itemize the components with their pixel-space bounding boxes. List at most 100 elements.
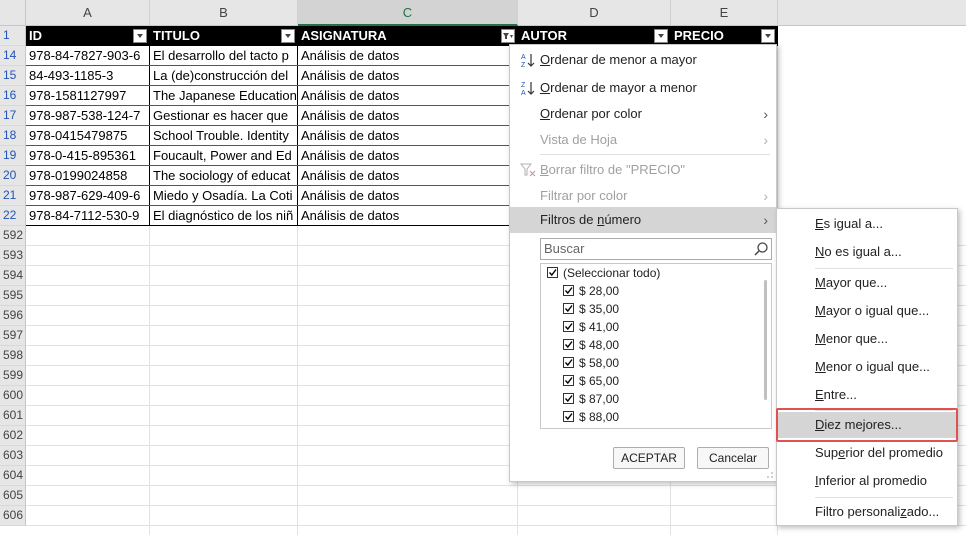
cancel-button[interactable]: Cancelar [697, 447, 769, 469]
custom-filter-item[interactable]: Filtro personalizado... [777, 499, 957, 525]
table-header-asignatura[interactable]: ASIGNATURA [298, 26, 518, 46]
cell-asignatura[interactable]: Análisis de datos [298, 206, 509, 226]
row-header[interactable]: 16 [0, 86, 26, 106]
row-header[interactable]: 18 [0, 126, 26, 146]
sort-descending-item[interactable]: ZA Ordenar de mayor a menor [510, 75, 776, 101]
table-header-titulo[interactable]: TITULO [150, 26, 298, 46]
list-item[interactable]: $ 58,00 [563, 354, 619, 372]
cell-titulo[interactable]: The sociology of educat [150, 166, 298, 186]
column-header-c[interactable]: C [298, 0, 518, 26]
cell-id[interactable]: 84-493-1185-3 [26, 66, 150, 86]
sheet-view-item[interactable]: Vista de Hoja › [510, 127, 776, 153]
accept-button[interactable]: ACEPTAR [613, 447, 685, 469]
less-than-item[interactable]: Menor que... [777, 326, 957, 352]
row-header[interactable]: 20 [0, 166, 26, 186]
list-item[interactable]: $ 35,00 [563, 300, 619, 318]
row-header[interactable]: 21 [0, 186, 26, 206]
list-item[interactable]: $ 65,00 [563, 372, 619, 390]
row-header[interactable]: 605 [0, 486, 26, 506]
row-header[interactable]: 592 [0, 226, 26, 246]
column-header-d[interactable]: D [518, 0, 671, 26]
row-header[interactable]: 598 [0, 346, 26, 366]
checkbox-checked-icon[interactable] [563, 357, 574, 368]
checkbox-checked-icon[interactable] [563, 411, 574, 422]
list-item[interactable]: $ 48,00 [563, 336, 619, 354]
greater-or-equal-item[interactable]: Mayor o igual que... [777, 298, 957, 324]
row-header[interactable]: 601 [0, 406, 26, 426]
column-header-e[interactable]: E [671, 0, 778, 26]
cell-asignatura[interactable]: Análisis de datos [298, 186, 509, 206]
filter-dropdown-button[interactable] [761, 29, 775, 43]
clear-filter-item[interactable]: Borrar filtro de "PRECIO" [510, 157, 776, 183]
between-item[interactable]: Entre... [777, 382, 957, 408]
filter-active-button[interactable] [501, 29, 515, 43]
cell-id[interactable]: 978-0415479875 [26, 126, 150, 146]
filter-values-list[interactable]: (Seleccionar todo) $ 28,00 $ 35,00 $ 41,… [540, 263, 772, 429]
cell-id[interactable]: 978-987-538-124-7 [26, 106, 150, 126]
filter-dropdown-button[interactable] [133, 29, 147, 43]
cell-id[interactable]: 978-84-7827-903-6 [26, 46, 150, 66]
row-header[interactable]: 19 [0, 146, 26, 166]
row-header[interactable]: 15 [0, 66, 26, 86]
less-or-equal-item[interactable]: Menor o igual que... [777, 354, 957, 380]
select-all-corner[interactable] [0, 0, 26, 26]
checkbox-checked-icon[interactable] [547, 267, 558, 278]
checkbox-checked-icon[interactable] [563, 321, 574, 332]
list-item[interactable]: $ 41,00 [563, 318, 619, 336]
row-header[interactable]: 600 [0, 386, 26, 406]
row-header[interactable]: 606 [0, 506, 26, 526]
checkbox-checked-icon[interactable] [563, 393, 574, 404]
cell-asignatura[interactable]: Análisis de datos [298, 146, 509, 166]
cell-titulo[interactable]: Gestionar es hacer que [150, 106, 298, 126]
equals-item[interactable]: Es igual a... [777, 211, 957, 237]
row-header[interactable]: 594 [0, 266, 26, 286]
checkbox-checked-icon[interactable] [563, 285, 574, 296]
column-header-f[interactable] [778, 0, 966, 26]
number-filters-item[interactable]: Filtros de número › [510, 207, 776, 233]
resize-grip-icon[interactable] [766, 471, 774, 479]
row-header[interactable]: 604 [0, 466, 26, 486]
cell-id[interactable]: 978-987-629-409-6 [26, 186, 150, 206]
row-header[interactable]: 22 [0, 206, 26, 226]
cell-titulo[interactable]: Miedo y Osadía. La Coti [150, 186, 298, 206]
list-item[interactable]: $ 88,00 [563, 408, 619, 426]
above-average-item[interactable]: Superior del promedio [777, 440, 957, 466]
filter-dropdown-button[interactable] [654, 29, 668, 43]
column-header-b[interactable]: B [150, 0, 298, 26]
filter-dropdown-button[interactable] [281, 29, 295, 43]
cell-titulo[interactable]: El diagnóstico de los niñ [150, 206, 298, 226]
list-item[interactable]: $ 87,00 [563, 390, 619, 408]
checkbox-checked-icon[interactable] [563, 303, 574, 314]
row-header[interactable]: 593 [0, 246, 26, 266]
row-header[interactable]: 595 [0, 286, 26, 306]
filter-by-color-item[interactable]: Filtrar por color › [510, 183, 776, 209]
greater-than-item[interactable]: Mayor que... [777, 270, 957, 296]
table-header-autor[interactable]: AUTOR [518, 26, 671, 46]
row-header[interactable]: 603 [0, 446, 26, 466]
row-header[interactable]: 599 [0, 366, 26, 386]
cell-asignatura[interactable]: Análisis de datos [298, 86, 509, 106]
table-header-id[interactable]: ID [26, 26, 150, 46]
checkbox-checked-icon[interactable] [563, 375, 574, 386]
cell-id[interactable]: 978-0199024858 [26, 166, 150, 186]
sort-ascending-item[interactable]: AZ Ordenar de menor a mayor [510, 47, 776, 73]
list-item[interactable]: $ 28,00 [563, 282, 619, 300]
cell-asignatura[interactable]: Análisis de datos [298, 66, 509, 86]
not-equals-item[interactable]: No es igual a... [777, 239, 957, 265]
row-header[interactable]: 596 [0, 306, 26, 326]
cell-titulo[interactable]: The Japanese Education [150, 86, 298, 106]
cell-id[interactable]: 978-84-7112-530-9 [26, 206, 150, 226]
cell-asignatura[interactable]: Análisis de datos [298, 166, 509, 186]
checkbox-checked-icon[interactable] [563, 339, 574, 350]
cell-asignatura[interactable]: Análisis de datos [298, 106, 509, 126]
cell-titulo[interactable]: Foucault, Power and Ed [150, 146, 298, 166]
cell-asignatura[interactable]: Análisis de datos [298, 126, 509, 146]
column-header-a[interactable]: A [26, 0, 150, 26]
row-header[interactable]: 597 [0, 326, 26, 346]
sort-by-color-item[interactable]: Ordenar por color › [510, 101, 776, 127]
cell-asignatura[interactable]: Análisis de datos [298, 46, 509, 66]
below-average-item[interactable]: Inferior al promedio [777, 468, 957, 494]
search-input[interactable]: Buscar [540, 238, 772, 260]
row-header[interactable]: 602 [0, 426, 26, 446]
cell-titulo[interactable]: El desarrollo del tacto p [150, 46, 298, 66]
